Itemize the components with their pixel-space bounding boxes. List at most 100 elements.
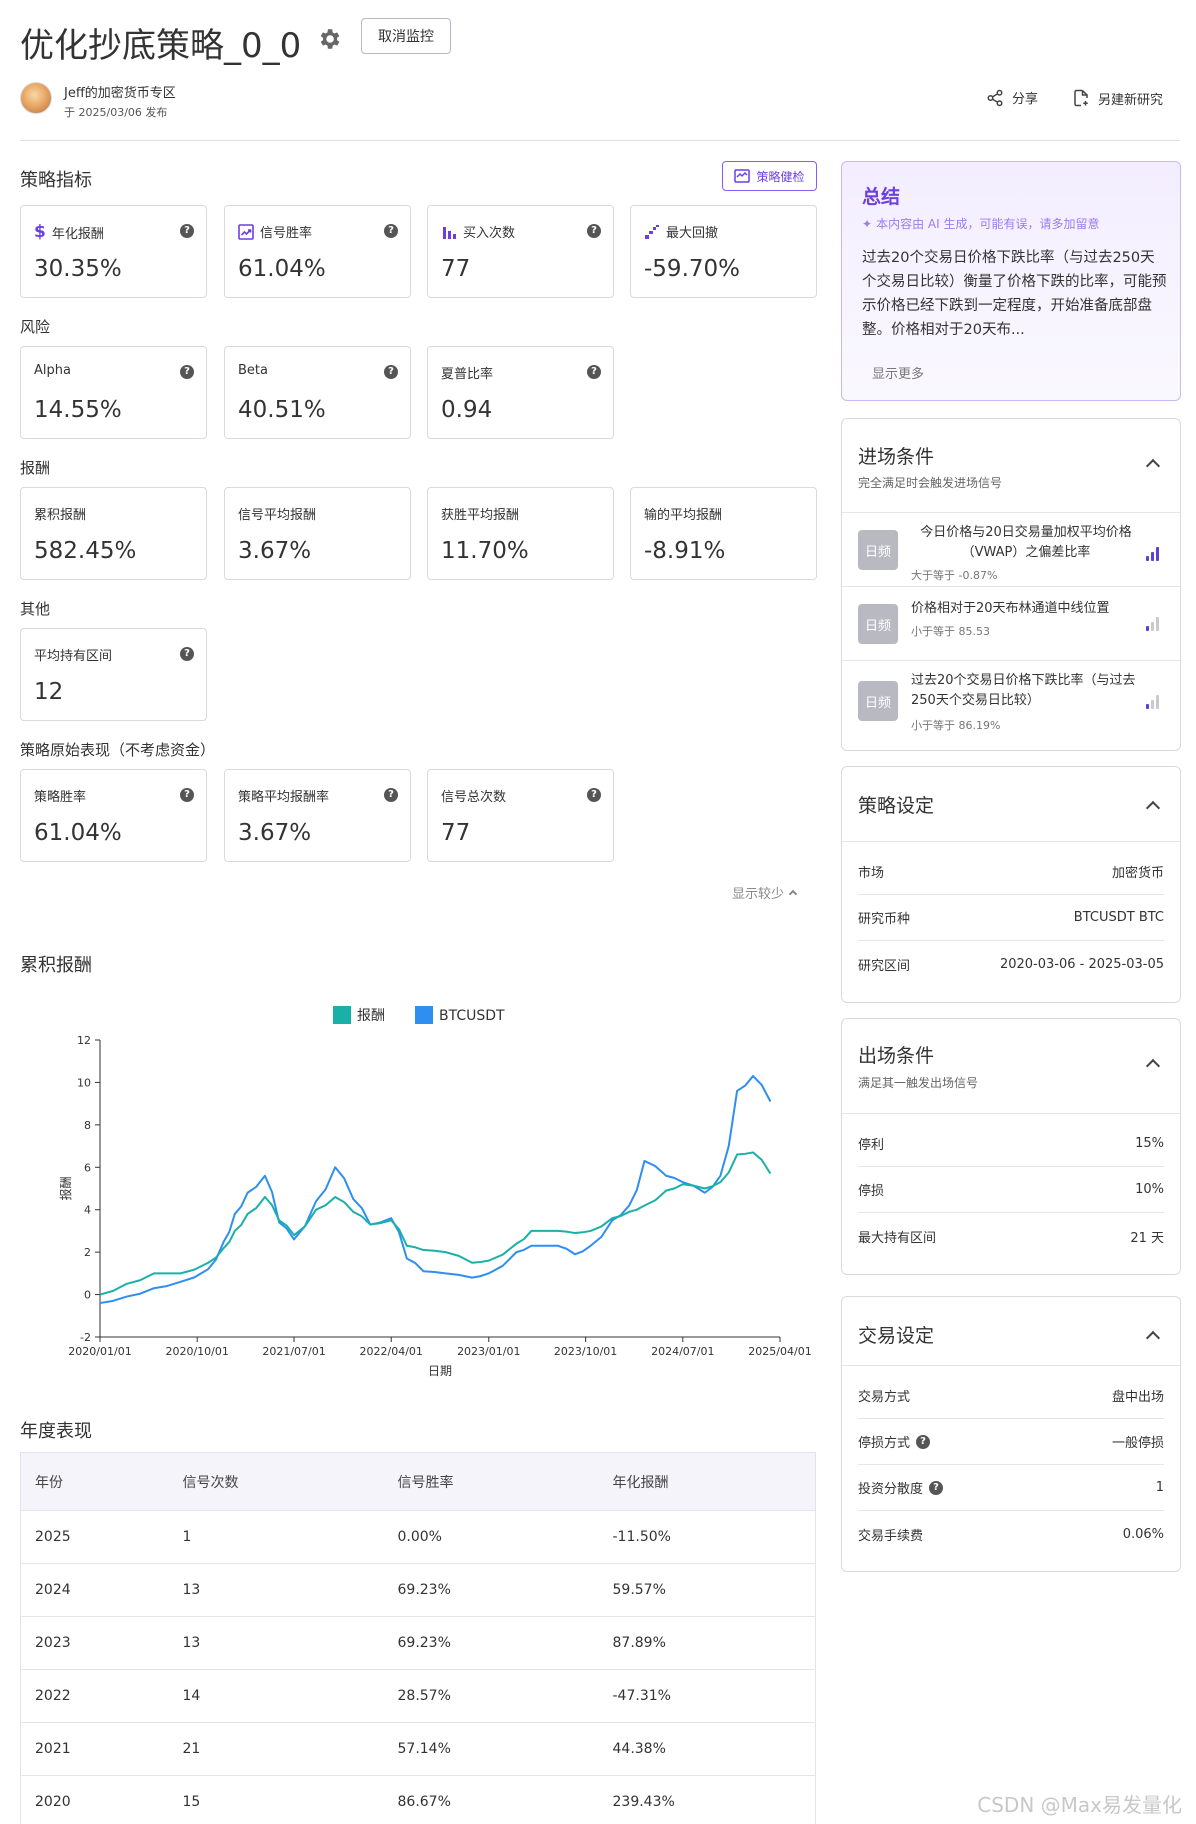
legend-label: 报酬 <box>357 1008 385 1024</box>
metric-card-avg-loss-return: 输的平均报酬 -8.91% <box>630 487 817 580</box>
gear-icon[interactable] <box>316 26 342 52</box>
setting-value: 加密货币 <box>1111 866 1164 881</box>
y-tick-label: 12 <box>77 1034 91 1047</box>
exit-subtitle: 满足其一触发出场信号 <box>858 1076 979 1090</box>
page-title: 优化抄底策略_0_0 <box>20 26 302 66</box>
help-icon[interactable]: ? <box>384 365 398 379</box>
x-axis-label: 日期 <box>428 1364 452 1378</box>
share-icon <box>987 89 1003 106</box>
legend-swatch <box>415 1006 433 1024</box>
cell-annual-return: -47.31% <box>598 1669 816 1723</box>
share-button[interactable]: 分享 <box>986 88 1038 107</box>
signal-strength-icon <box>1146 695 1162 709</box>
column-header-win-rate[interactable]: 信号胜率 <box>383 1452 599 1511</box>
stairs-icon <box>645 224 659 239</box>
entry-condition-item[interactable]: 日频 价格相对于20天布林通道中线位置 小于等于 85.53 <box>842 586 1180 660</box>
metric-label: Beta <box>238 363 268 378</box>
cell-signals: 13 <box>168 1563 384 1617</box>
strategy-health-button[interactable]: 策略健检 <box>722 161 817 191</box>
metric-label: 策略胜率 <box>34 790 87 805</box>
x-tick-label: 2023/10/01 <box>554 1345 617 1358</box>
condition-criteria: 大于等于 -0.87% <box>911 569 998 582</box>
cell-signals: 13 <box>168 1616 384 1670</box>
exit-row: 停损 10% <box>858 1167 1164 1213</box>
help-icon[interactable]: ? <box>384 224 398 238</box>
cell-signals: 15 <box>168 1775 384 1824</box>
condition-criteria: 小于等于 86.19% <box>911 719 1001 732</box>
metric-label: 夏普比率 <box>441 367 494 382</box>
metric-card-cumulative-return: 累积报酬 582.45% <box>20 487 207 580</box>
avatar[interactable] <box>20 82 52 114</box>
setting-label: 研究区间 <box>858 958 911 974</box>
chevron-up-icon[interactable] <box>1145 1330 1161 1346</box>
show-more-button[interactable]: 显示更多 <box>872 363 924 382</box>
show-less-button[interactable]: 显示较少 <box>732 883 798 902</box>
chevron-up-icon[interactable] <box>1145 800 1161 816</box>
return-title: 报酬 <box>20 459 51 477</box>
chevron-up-icon[interactable] <box>1145 458 1161 474</box>
metric-label: 信号胜率 <box>260 226 313 241</box>
cell-annual-return: 87.89% <box>598 1616 816 1670</box>
column-header-year[interactable]: 年份 <box>20 1452 169 1511</box>
help-icon[interactable]: ? <box>180 647 194 661</box>
help-icon[interactable]: ? <box>916 1434 931 1449</box>
help-icon[interactable]: ? <box>180 365 194 379</box>
column-header-signals[interactable]: 信号次数 <box>168 1452 384 1511</box>
exit-label: 停利 <box>858 1138 885 1153</box>
trade-label: 交易手续费 <box>858 1528 924 1544</box>
column-header-annual-return[interactable]: 年化报酬 <box>598 1452 816 1511</box>
cell-annual-return: -11.50% <box>598 1510 816 1564</box>
condition-text: 价格相对于20天布林通道中线位置 <box>911 601 1110 616</box>
table-row: 2022 14 28.57% -47.31% <box>20 1669 816 1723</box>
strategy-settings-panel: 策略设定 市场 加密货币 研究币种 BTCUSDT BTC 研究区间 2020-03-… <box>841 766 1181 1003</box>
cancel-monitor-button[interactable]: 取消监控 <box>361 18 451 54</box>
help-icon[interactable]: ? <box>384 788 398 802</box>
new-research-button[interactable]: 另建新研究 <box>1072 88 1163 108</box>
entry-condition-item[interactable]: 日频 过去20个交易日价格下跌比率（与过去250天个交易日比较） 小于等于 86… <box>842 660 1180 752</box>
trade-value: 盘中出场 <box>1111 1390 1164 1405</box>
help-icon[interactable]: ? <box>929 1480 944 1495</box>
condition-criteria: 小于等于 85.53 <box>911 625 990 638</box>
metric-card-avg-signal-return: 信号平均报酬 3.67% <box>224 487 411 580</box>
help-icon[interactable]: ? <box>587 365 601 379</box>
share-label: 分享 <box>1012 92 1039 107</box>
new-file-icon <box>1074 89 1088 107</box>
metric-card-avg-holding: 平均持有区间 ? 12 <box>20 628 207 721</box>
cell-year: 2020 <box>20 1775 169 1824</box>
help-icon[interactable]: ? <box>587 224 601 238</box>
cell-year: 2022 <box>20 1669 169 1723</box>
y-tick-label: 0 <box>84 1289 91 1302</box>
help-icon[interactable]: ? <box>180 788 194 802</box>
cell-annual-return: 44.38% <box>598 1722 816 1776</box>
signal-strength-icon <box>1146 547 1162 561</box>
cell-signals: 1 <box>168 1510 384 1564</box>
metric-card-sharpe: 夏普比率 ? 0.94 <box>427 346 614 439</box>
metric-value: 14.55% <box>34 397 122 423</box>
metric-value: 12 <box>34 679 64 705</box>
summary-ai-note: 本内容由 AI 生成，可能有误，请多加留意 <box>876 217 1100 231</box>
exit-title: 出场条件 <box>858 1045 935 1067</box>
chevron-up-icon[interactable] <box>1145 1058 1161 1074</box>
exit-row: 停利 15% <box>858 1121 1164 1167</box>
setting-label: 研究币种 <box>858 912 911 927</box>
trade-label: 停损方式 <box>858 1436 911 1451</box>
author-name[interactable]: Jeff的加密货币专区 <box>64 82 176 101</box>
entry-condition-item[interactable]: 日频 今日价格与20日交易量加权平均价格（VWAP）之偏差比率 大于等于 -0.… <box>842 512 1180 586</box>
cell-win-rate: 28.57% <box>383 1669 599 1723</box>
setting-label: 市场 <box>858 866 885 881</box>
annual-table: 年份 信号次数 信号胜率 年化报酬 2025 1 0.00% -11.50% 2024… <box>20 1452 816 1824</box>
help-icon[interactable]: ? <box>587 788 601 802</box>
setting-value: 2020-03-06 - 2025-03-05 <box>999 956 1164 972</box>
y-axis-label: 报酬 <box>58 1176 73 1200</box>
x-tick-label: 2025/04/01 <box>748 1345 811 1358</box>
metric-value: 11.70% <box>441 538 529 564</box>
metric-card-max-drawdown: 最大回撤 -59.70% <box>630 205 817 298</box>
cell-win-rate: 69.23% <box>383 1616 599 1670</box>
trade-label: 投资分散度 <box>858 1482 924 1497</box>
help-icon[interactable]: ? <box>180 224 194 238</box>
risk-title: 风险 <box>20 318 51 336</box>
cell-year: 2021 <box>20 1722 169 1776</box>
annual-title: 年度表现 <box>20 1421 92 1442</box>
metric-label: 买入次数 <box>463 226 516 241</box>
exit-value: 15% <box>1135 1136 1164 1151</box>
